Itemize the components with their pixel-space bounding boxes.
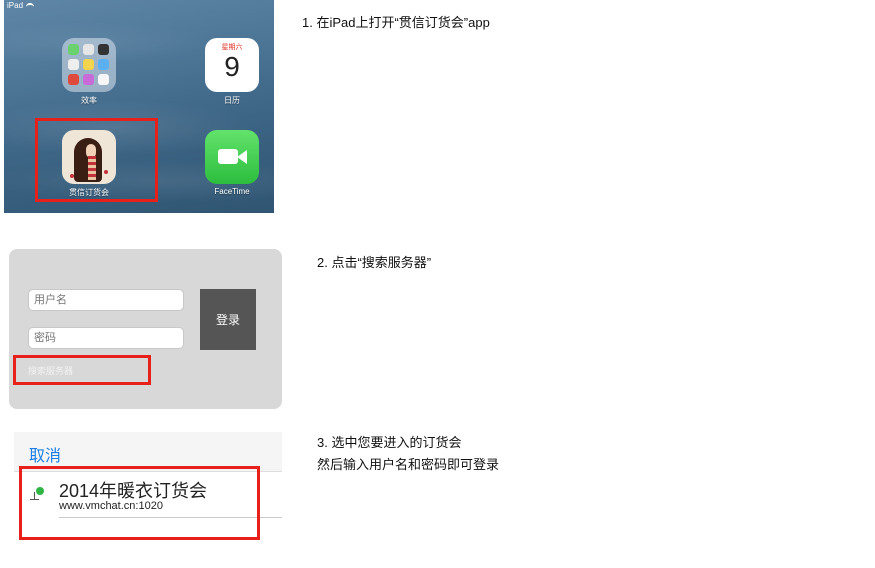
server-list-panel: 取消 2014年暖衣订货会 www.vmchat.cn:1020	[14, 432, 282, 562]
facetime-label: FaceTime	[214, 187, 250, 196]
efficiency-folder[interactable]: 效率	[54, 38, 124, 106]
step3-instruction-line2: 然后输入用户名和密码即可登录	[317, 457, 500, 472]
step3-instruction-line1: 3. 选中您要进入的订货会	[317, 435, 462, 450]
calendar-date: 9	[224, 51, 240, 82]
folder-icon	[62, 38, 116, 92]
step1-instruction: 1. 在iPad上打开“贯信订货会”app	[302, 15, 490, 30]
wifi-icon	[26, 2, 35, 9]
highlight-box	[35, 118, 158, 202]
calendar-label: 日历	[224, 96, 240, 105]
video-camera-icon	[205, 130, 259, 184]
highlight-box	[19, 466, 260, 540]
calendar-app[interactable]: 星期六 9 日历	[197, 38, 267, 106]
highlight-box	[13, 355, 151, 385]
password-field[interactable]	[28, 327, 184, 349]
calendar-icon: 星期六 9	[205, 38, 259, 92]
step3-instruction: 3. 选中您要进入的订货会 然后输入用户名和密码即可登录	[317, 432, 499, 476]
ipad-home-screen: iPad 效率 星期六 9 日历 贯信订货会 FaceTime	[4, 0, 274, 213]
username-field[interactable]	[28, 289, 184, 311]
folder-label: 效率	[81, 96, 97, 105]
login-panel: 登录 搜索服务器	[9, 249, 282, 409]
step2-instruction: 2. 点击“搜索服务器”	[317, 255, 432, 270]
cancel-button[interactable]: 取消	[29, 442, 61, 466]
login-button[interactable]: 登录	[200, 289, 256, 350]
facetime-app[interactable]: FaceTime	[197, 130, 267, 196]
status-bar: iPad	[7, 1, 35, 10]
device-label: iPad	[7, 1, 24, 10]
